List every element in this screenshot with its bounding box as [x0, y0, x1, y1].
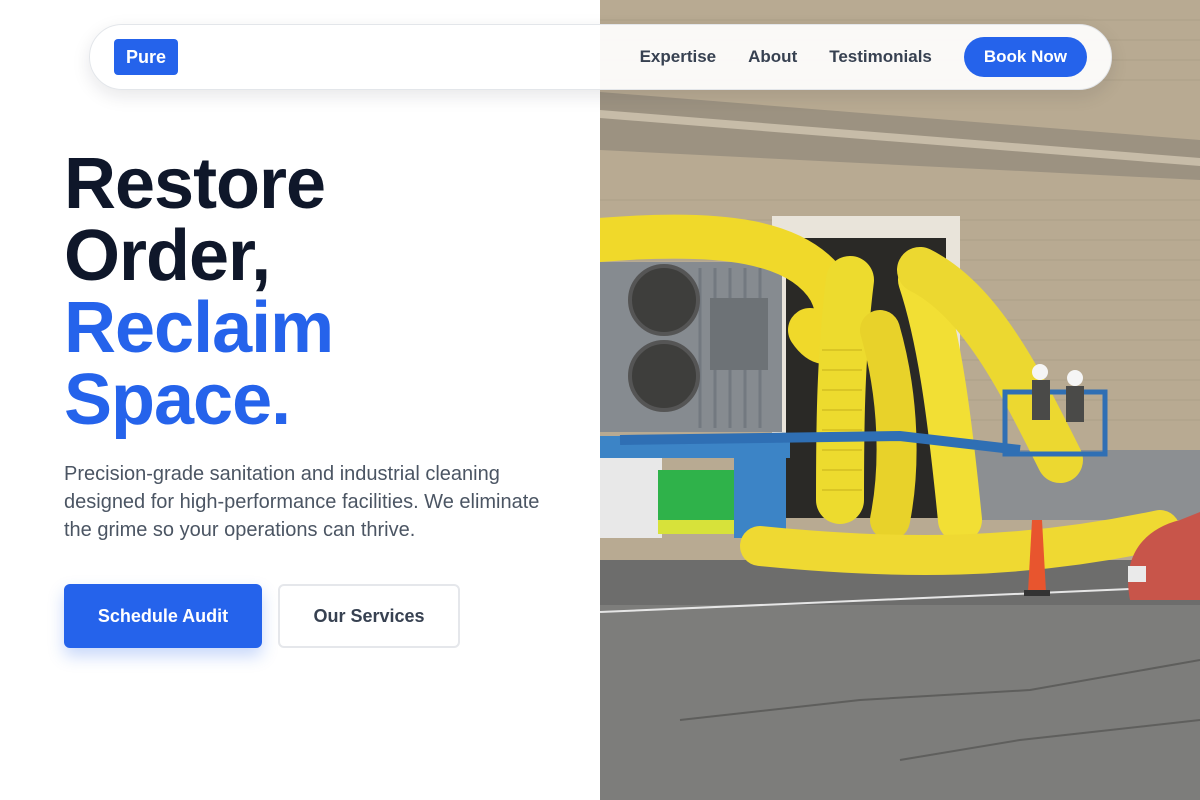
hero-section: Restore Order, Reclaim Space. Precision-… [64, 148, 564, 648]
top-navigation: Pure Expertise About Testimonials Book N… [89, 24, 1112, 90]
nav-link-expertise[interactable]: Expertise [640, 47, 717, 67]
hero-actions: Schedule Audit Our Services [64, 584, 564, 648]
nav-link-about[interactable]: About [748, 47, 797, 67]
our-services-button[interactable]: Our Services [278, 584, 460, 648]
headline-line-3: Reclaim [64, 288, 334, 368]
hero-photo [600, 0, 1200, 800]
book-now-button[interactable]: Book Now [963, 37, 1087, 77]
nav-link-testimonials[interactable]: Testimonials [829, 47, 932, 67]
industrial-cleaning-photo [600, 0, 1200, 800]
schedule-audit-button[interactable]: Schedule Audit [64, 584, 262, 648]
logo[interactable]: Pure [114, 39, 178, 75]
headline-line-2: Order, [64, 216, 271, 296]
hero-headline: Restore Order, Reclaim Space. [64, 148, 564, 436]
nav-links: Expertise About Testimonials Book Now [640, 37, 1087, 77]
headline-line-4: Space. [64, 360, 291, 440]
hero-description: Precision-grade sanitation and industria… [64, 463, 540, 541]
headline-line-1: Restore [64, 144, 326, 224]
